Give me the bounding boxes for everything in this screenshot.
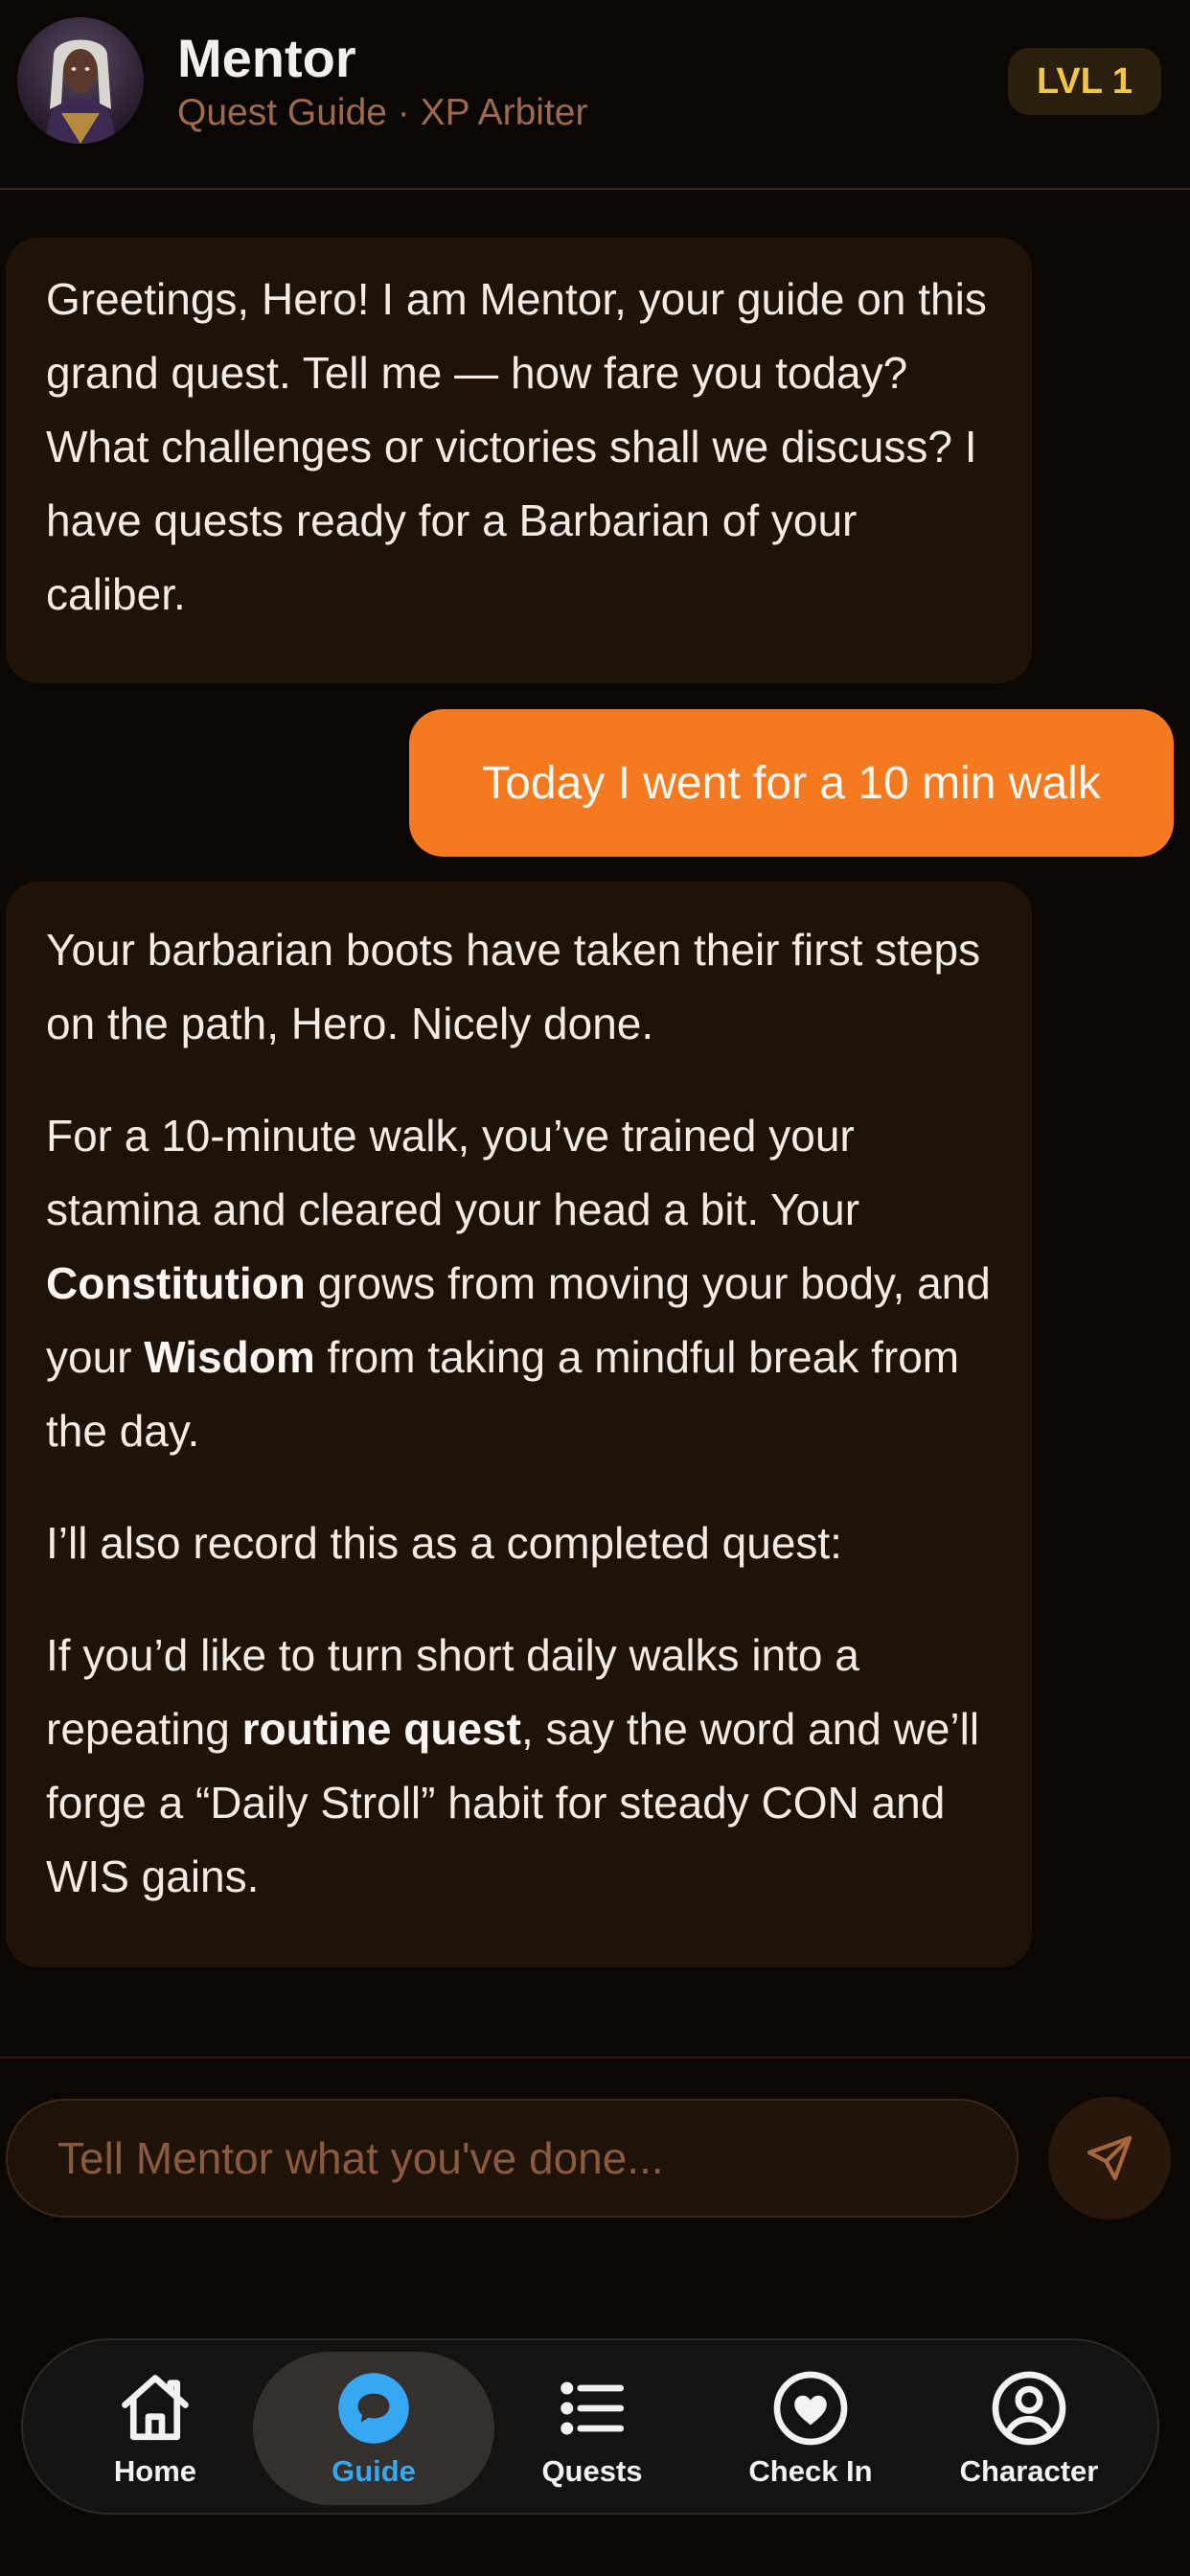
bottom-tab-bar: Home Guide Quests Check In Character <box>21 2338 1159 2515</box>
paragraph-text: For a 10-minute walk, you’ve trained you… <box>46 1111 860 1234</box>
paper-plane-icon <box>1087 2135 1133 2181</box>
stat-constitution: Constitution <box>46 1258 306 1308</box>
routine-quest-emphasis: routine quest <box>241 1704 521 1754</box>
paragraph-text: Your barbarian boots have taken their fi… <box>46 925 981 1048</box>
mentor-paragraph: I’ll also record this as a completed que… <box>46 1506 992 1580</box>
mentor-avatar[interactable] <box>17 17 144 144</box>
stat-wisdom: Wisdom <box>144 1332 315 1382</box>
mentor-message: Greetings, Hero! I am Mentor, your guide… <box>6 238 1032 683</box>
send-button[interactable] <box>1048 2097 1171 2220</box>
tab-label: Check In <box>748 2454 873 2488</box>
message-input[interactable] <box>6 2099 1018 2218</box>
composer-divider <box>0 2057 1190 2058</box>
chat-bubble-icon <box>333 2368 414 2449</box>
tab-check-in[interactable]: Check In <box>705 2340 916 2517</box>
user-message-text: Today I went for a 10 min walk <box>482 757 1101 809</box>
tab-quests[interactable]: Quests <box>487 2340 698 2517</box>
user-circle-icon <box>989 2368 1069 2449</box>
paragraph-text: I’ll also record this as a completed que… <box>46 1518 842 1568</box>
user-message: Today I went for a 10 min walk <box>409 709 1174 857</box>
mentor-paragraph: Your barbarian boots have taken their fi… <box>46 913 992 1061</box>
chat-title: Mentor <box>177 28 356 88</box>
home-icon <box>115 2368 195 2449</box>
tab-label: Character <box>959 2454 1099 2488</box>
chat-header: Mentor Quest Guide · XP Arbiter LVL 1 <box>0 0 1190 190</box>
level-badge: LVL 1 <box>1008 48 1161 115</box>
mentor-paragraph: For a 10-minute walk, you’ve trained you… <box>46 1099 992 1468</box>
tab-label: Home <box>113 2454 197 2488</box>
tab-character[interactable]: Character <box>924 2340 1134 2517</box>
mentor-paragraph: If you’d like to turn short daily walks … <box>46 1619 992 1914</box>
tab-label: Guide <box>332 2454 416 2488</box>
tab-label: Quests <box>541 2454 643 2488</box>
mentor-message-text: Greetings, Hero! I am Mentor, your guide… <box>46 274 987 619</box>
tab-guide[interactable]: Guide <box>268 2340 479 2517</box>
mentor-message: Your barbarian boots have taken their fi… <box>6 882 1032 1967</box>
list-icon <box>552 2368 632 2449</box>
heart-icon <box>770 2368 851 2449</box>
tab-home[interactable]: Home <box>50 2340 261 2517</box>
chat-subtitle: Quest Guide · XP Arbiter <box>177 92 588 133</box>
chat-screen: Mentor Quest Guide · XP Arbiter LVL 1 Gr… <box>0 0 1190 2576</box>
